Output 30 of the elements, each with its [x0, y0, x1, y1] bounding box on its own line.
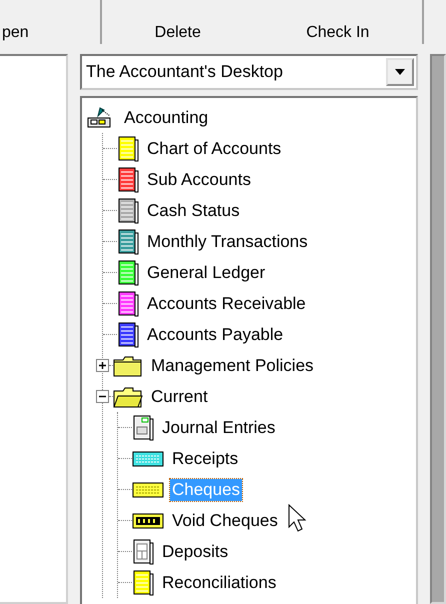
toolbar-button[interactable]: Check In: [294, 24, 382, 44]
receipt-icon: [132, 450, 164, 466]
dropdown-button[interactable]: [386, 58, 414, 86]
cheque-icon: [132, 482, 164, 498]
tree-item[interactable]: Sub Accounts: [145, 168, 253, 190]
tree-item[interactable]: General Ledger: [145, 262, 268, 284]
expand-toggle[interactable]: [96, 390, 109, 403]
tree-item[interactable]: Management Policies: [149, 354, 316, 376]
tree-item[interactable]: Chart of Accounts: [145, 138, 284, 160]
tree-item[interactable]: Accounts Receivable: [145, 292, 308, 314]
folder-icon: [113, 354, 143, 376]
desktop-select[interactable]: The Accountant's Desktop: [80, 54, 418, 90]
toolbar-button[interactable]: Delete: [142, 24, 213, 44]
tree-item[interactable]: Reconciliations: [160, 572, 278, 594]
open-button[interactable]: pen: [0, 24, 41, 44]
tree-item[interactable]: Void Cheques: [170, 510, 280, 532]
tree-item[interactable]: Accounts Payable: [145, 324, 286, 346]
caret-down-icon: [394, 68, 406, 76]
tree-item[interactable]: Monthly Transactions: [145, 230, 310, 252]
tree-item[interactable]: Journal Entries: [160, 416, 278, 438]
expand-toggle[interactable]: [96, 359, 109, 372]
plus-icon: [98, 361, 107, 370]
folder-icon: [113, 386, 143, 408]
tree-item[interactable]: Cash Status: [145, 200, 242, 222]
void-cheque-icon: [132, 512, 164, 528]
mouse-cursor-icon: [288, 504, 308, 534]
tree-item[interactable]: Receipts: [170, 448, 240, 470]
tree-item[interactable]: Deposits: [160, 540, 230, 562]
tree-item[interactable]: Accounting: [122, 106, 210, 128]
tree-item[interactable]: Current: [149, 386, 210, 408]
